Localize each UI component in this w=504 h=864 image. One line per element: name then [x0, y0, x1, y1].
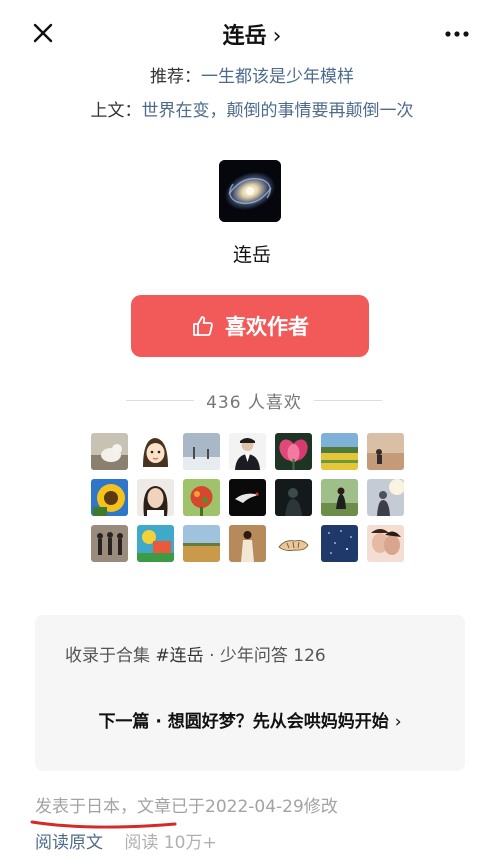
- like-count-row: 436 人喜欢: [126, 388, 383, 413]
- liker-avatar-night-sky[interactable]: [321, 525, 358, 562]
- collection-prefix: 收录于合集: [65, 646, 150, 666]
- liker-avatar-group-silhouette[interactable]: [91, 525, 128, 562]
- top-bar: 连岳 ›: [0, 0, 504, 64]
- thumbs-up-icon: [191, 314, 215, 338]
- divider-right: [313, 400, 383, 401]
- liker-avatar-couple-kiss[interactable]: [367, 525, 404, 562]
- liker-avatar-pink-lotus[interactable]: [275, 433, 312, 470]
- liker-avatar-yellow-field[interactable]: [321, 433, 358, 470]
- liker-avatar-sunflower[interactable]: [91, 479, 128, 516]
- like-author-label: 喜欢作者: [225, 315, 309, 339]
- liker-avatar-woman-portrait[interactable]: [137, 479, 174, 516]
- like-count: 436 人喜欢: [206, 393, 302, 413]
- liker-avatar-tiger-sketch[interactable]: [275, 525, 312, 562]
- collection-suffix: · 少年问答 126: [209, 646, 326, 666]
- liker-avatar-savanna[interactable]: [183, 525, 220, 562]
- liker-avatar-green-plant[interactable]: [183, 479, 220, 516]
- liker-avatar-man-in-suit[interactable]: [229, 433, 266, 470]
- galaxy-avatar-icon: [219, 160, 281, 222]
- divider-left: [126, 400, 195, 401]
- collection-tag[interactable]: #连岳: [155, 646, 203, 666]
- author-name[interactable]: 连岳: [0, 240, 504, 267]
- collection-card: 收录于合集 #连岳 · 少年问答 126 下一篇 · 想圆好梦？先从会哄妈妈开始…: [35, 615, 465, 771]
- more-options-icon[interactable]: [442, 22, 472, 46]
- liker-avatar-colorful-painting[interactable]: [137, 525, 174, 562]
- published-info: 发表于日本，文章已于2022-04-29修改: [35, 797, 338, 817]
- read-row: 阅读原文 阅读 10万+: [35, 828, 217, 853]
- liker-avatar-snow-landscape[interactable]: [183, 433, 220, 470]
- liker-avatar-person-on-sand[interactable]: [367, 433, 404, 470]
- chevron-right-icon: ›: [272, 24, 282, 49]
- next-article-text: 下一篇 · 想圆好梦？先从会哄妈妈开始: [98, 712, 389, 732]
- liker-avatar-girl-standing[interactable]: [229, 525, 266, 562]
- liker-avatar-person-in-light[interactable]: [367, 479, 404, 516]
- liker-avatar-dark-figure[interactable]: [275, 479, 312, 516]
- recommend-line: 推荐：一生都该是少年模样: [0, 62, 504, 87]
- author-avatar[interactable]: [219, 160, 281, 222]
- collection-info: 收录于合集 #连岳 · 少年问答 126: [65, 641, 326, 666]
- view-count: 阅读 10万+: [124, 833, 217, 853]
- previous-article-line: 上文：世界在变，颠倒的事情要再颠倒一次: [0, 96, 504, 121]
- liker-avatar-cartoon-girl[interactable]: [137, 433, 174, 470]
- previous-article-link[interactable]: 世界在变，颠倒的事情要再颠倒一次: [142, 101, 414, 121]
- account-title-text: 连岳: [222, 24, 267, 49]
- next-article-link[interactable]: 下一篇 · 想圆好梦？先从会哄妈妈开始 ›: [35, 707, 465, 732]
- recommend-prefix: 推荐：: [150, 67, 201, 87]
- read-original-link[interactable]: 阅读原文: [35, 833, 103, 853]
- like-author-button[interactable]: 喜欢作者: [131, 295, 369, 357]
- previous-prefix: 上文：: [90, 101, 142, 121]
- chevron-right-icon: ›: [394, 712, 402, 732]
- account-title[interactable]: 连岳 ›: [0, 18, 504, 50]
- liker-avatar-dark-bird[interactable]: [229, 479, 266, 516]
- liker-avatar-girl-in-field[interactable]: [321, 479, 358, 516]
- liker-avatar-cat-photo[interactable]: [91, 433, 128, 470]
- recommend-link[interactable]: 一生都该是少年模样: [201, 67, 354, 87]
